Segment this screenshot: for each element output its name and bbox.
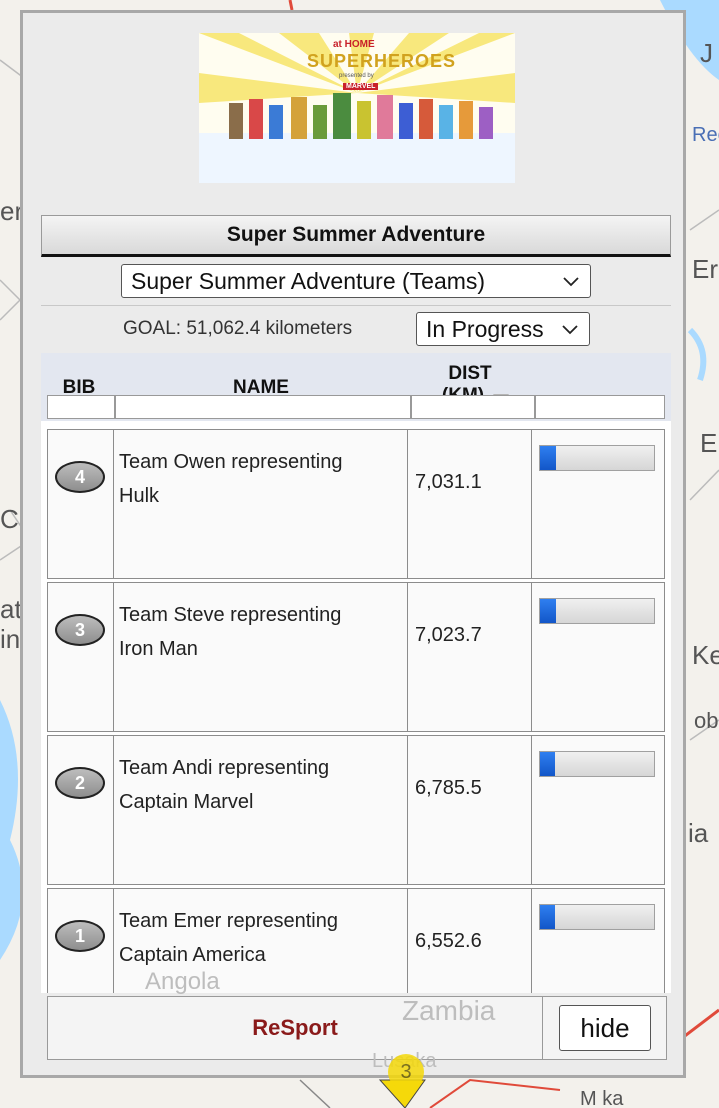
map-label-zambia: Zambia [402, 995, 496, 1026]
team-name-line1: Team Steve representing [119, 604, 342, 626]
bib-badge: 3 [55, 614, 105, 646]
team-name[interactable]: Team Steve representing Iron Man [119, 598, 404, 666]
header-spacer [47, 395, 115, 419]
map-label-angola: Angola [145, 968, 220, 995]
map-label-rec: Rec [692, 124, 719, 146]
bib-cell [47, 582, 115, 732]
distance-value: 6,552.6 [415, 930, 482, 952]
table-row[interactable]: 3 Team Steve representing Iron Man 7,023.7 [47, 582, 665, 732]
dist-cell [407, 582, 533, 732]
team-name-line1: Team Andi representing [119, 757, 330, 779]
team-name[interactable]: Team Andi representing Captain Marvel [119, 751, 404, 819]
header-spacer [411, 395, 535, 419]
header-spacer [535, 395, 665, 419]
bib-badge: 2 [55, 767, 105, 799]
map-marker[interactable]: 3 [388, 1054, 424, 1090]
map-label-ia: ia [688, 818, 709, 848]
table-row[interactable]: 1 Team Emer representing Captain America 6,… [47, 888, 665, 993]
map-label-c-left: C [0, 504, 19, 534]
team-name[interactable]: Team Emer representing Captain America [119, 904, 404, 972]
bib-cell [47, 735, 115, 885]
map-label-at-left: at [0, 594, 22, 624]
progress-bar-fill [540, 905, 555, 929]
status-select[interactable]: In Progress [416, 312, 590, 346]
progress-bar-fill [540, 752, 555, 776]
map-label-ken: Ker [692, 640, 719, 670]
event-title: Super Summer Adventure [41, 215, 671, 257]
progress-bar-fill [540, 599, 556, 623]
team-name-line2: Hulk [119, 485, 160, 507]
table-row[interactable]: 2 Team Andi representing Captain Marvel 6,7… [47, 735, 665, 885]
bib-badge: 4 [55, 461, 105, 493]
distance-value: 6,785.5 [415, 777, 482, 799]
team-name-line1: Team Emer representing [119, 910, 338, 932]
status-select-value: In Progress [426, 316, 544, 342]
distance-value: 7,023.7 [415, 624, 482, 646]
chevron-down-icon [562, 325, 578, 335]
progress-bar-fill [540, 446, 556, 470]
event-logo: at HOME SUPERHEROES presented by MARVEL [199, 33, 515, 183]
hide-button[interactable]: hide [559, 1005, 651, 1051]
progress-bar [539, 751, 655, 777]
team-name-line2: Iron Man [119, 638, 198, 660]
logo-brand-text: at HOME [333, 39, 375, 50]
goal-text: GOAL: 51,062.4 kilometers [123, 318, 353, 339]
leaderboard-table[interactable]: BIB NAME DIST (KM) 4 Team Owen representi… [41, 353, 671, 993]
bib-cell [47, 429, 115, 579]
dist-cell [407, 735, 533, 885]
distance-value: 7,031.1 [415, 471, 482, 493]
map-label-bottom-right: M ka [580, 1088, 624, 1108]
chevron-down-icon [563, 277, 579, 287]
logo-subtitle-text: presented by [339, 73, 374, 79]
leaderboard-panel: at HOME SUPERHEROES presented by MARVEL … [20, 10, 686, 1078]
header-spacer [115, 395, 411, 419]
table-row[interactable]: 4 Team Owen representing Hulk 7,031.1 [47, 429, 665, 579]
map-label-obi: ob [694, 708, 719, 733]
event-select-value: Super Summer Adventure (Teams) [131, 268, 486, 294]
progress-bar [539, 445, 655, 471]
column-header-dist-line1: DIST [448, 363, 492, 384]
map-label-j: J [700, 38, 713, 68]
bib-badge: 1 [55, 920, 105, 952]
table-header: BIB NAME DIST (KM) [41, 353, 671, 421]
goal-row: GOAL: 51,062.4 kilometers In Progress [41, 305, 671, 352]
team-name-line2: Captain Marvel [119, 791, 254, 813]
logo-badge-text: MARVEL [343, 83, 379, 90]
dist-cell [407, 429, 533, 579]
map-label-in-left: in [0, 624, 21, 654]
progress-bar [539, 904, 655, 930]
team-name[interactable]: Team Owen representing Hulk [119, 445, 404, 513]
team-name-line2: Captain America [119, 944, 266, 966]
logo-title-text: SUPERHEROES [307, 51, 457, 71]
map-label-er-right: Er [692, 254, 718, 284]
progress-bar [539, 598, 655, 624]
team-name-line1: Team Owen representing [119, 451, 343, 473]
panel-footer: ReSport hide [47, 996, 667, 1060]
event-select[interactable]: Super Summer Adventure (Teams) [121, 264, 591, 298]
map-label-e-right: E [700, 428, 718, 458]
